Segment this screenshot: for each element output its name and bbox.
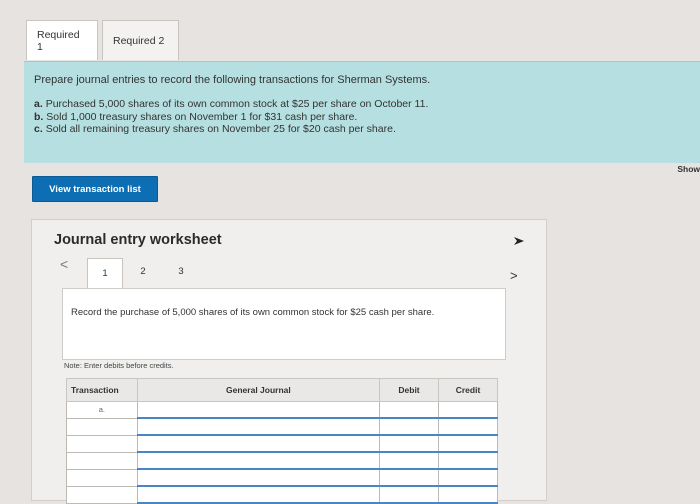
- transaction-cell: a.: [66, 401, 138, 419]
- journal-account-input[interactable]: [136, 401, 381, 419]
- item-text: Purchased 5,000 shares of its own common…: [45, 98, 429, 110]
- credit-input[interactable]: [438, 468, 498, 487]
- transaction-cell: [66, 451, 138, 470]
- credit-input[interactable]: [438, 485, 498, 504]
- transaction-cell: [66, 468, 138, 487]
- item-text: Sold all remaining treasury shares on No…: [45, 123, 396, 135]
- step-tab-2[interactable]: 2: [129, 258, 157, 284]
- next-step-button[interactable]: >: [510, 268, 518, 283]
- transaction-cell: [66, 434, 138, 453]
- worksheet-title: Journal entry worksheet: [54, 232, 222, 248]
- show-link-truncated[interactable]: Show: [677, 164, 700, 174]
- transaction-item-a: a. Purchased 5,000 shares of its own com…: [34, 98, 428, 111]
- step-tab-3[interactable]: 3: [167, 258, 195, 284]
- journal-table: Transaction General Journal Debit Credit…: [66, 378, 498, 504]
- debit-input[interactable]: [379, 468, 439, 487]
- debit-input[interactable]: [379, 451, 439, 470]
- table-row: [66, 468, 498, 487]
- table-row: [66, 434, 498, 453]
- step-tab-1[interactable]: 1: [87, 258, 123, 288]
- step-prompt-box: Record the purchase of 5,000 shares of i…: [62, 288, 506, 360]
- credit-input[interactable]: [438, 401, 498, 419]
- debit-input[interactable]: [379, 417, 439, 436]
- table-row: a.: [66, 401, 498, 419]
- tab-required-1[interactable]: Required 1: [26, 20, 98, 60]
- header-transaction: Transaction: [66, 378, 138, 402]
- header-general-journal: General Journal: [136, 378, 381, 402]
- credit-input[interactable]: [438, 417, 498, 436]
- credit-input[interactable]: [438, 451, 498, 470]
- item-letter: a.: [34, 98, 43, 110]
- header-credit: Credit: [438, 378, 498, 402]
- journal-entry-worksheet: Journal entry worksheet < 1 2 3 > Record…: [31, 219, 547, 504]
- journal-account-input[interactable]: [136, 468, 381, 487]
- instructions-panel: Prepare journal entries to record the fo…: [24, 61, 700, 163]
- debit-input[interactable]: [379, 485, 439, 504]
- item-text: Sold 1,000 treasury shares on November 1…: [46, 110, 358, 123]
- item-letter: c.: [34, 123, 43, 135]
- table-row: [66, 451, 498, 470]
- header-debit: Debit: [379, 378, 439, 402]
- prev-step-button[interactable]: <: [60, 256, 68, 272]
- view-transaction-list-button[interactable]: View transaction list: [32, 176, 158, 202]
- tab-required-2[interactable]: Required 2: [102, 20, 179, 60]
- transaction-item-c: c. Sold all remaining treasury shares on…: [34, 123, 428, 136]
- journal-account-input[interactable]: [136, 434, 381, 453]
- debit-input[interactable]: [379, 434, 439, 453]
- transaction-list: a. Purchased 5,000 shares of its own com…: [34, 98, 428, 136]
- journal-account-input[interactable]: [136, 451, 381, 470]
- table-row: [66, 417, 498, 436]
- transaction-cell: [66, 485, 138, 504]
- transaction-item-b: b. Sold 1,000 treasury shares on Novembe…: [34, 111, 428, 124]
- transaction-cell: [66, 417, 138, 436]
- entry-note: Note: Enter debits before credits.: [64, 361, 174, 370]
- pin-icon[interactable]: [514, 237, 524, 245]
- journal-account-input[interactable]: [136, 485, 381, 504]
- item-letter: b.: [34, 110, 44, 123]
- requirement-tabs: Required 1 Required 2: [26, 20, 183, 62]
- journal-account-input[interactable]: [136, 417, 381, 436]
- credit-input[interactable]: [438, 434, 498, 453]
- table-row: [66, 485, 498, 504]
- debit-input[interactable]: [379, 401, 439, 419]
- instructions-intro: Prepare journal entries to record the fo…: [34, 74, 431, 86]
- step-prompt: Record the purchase of 5,000 shares of i…: [71, 307, 435, 318]
